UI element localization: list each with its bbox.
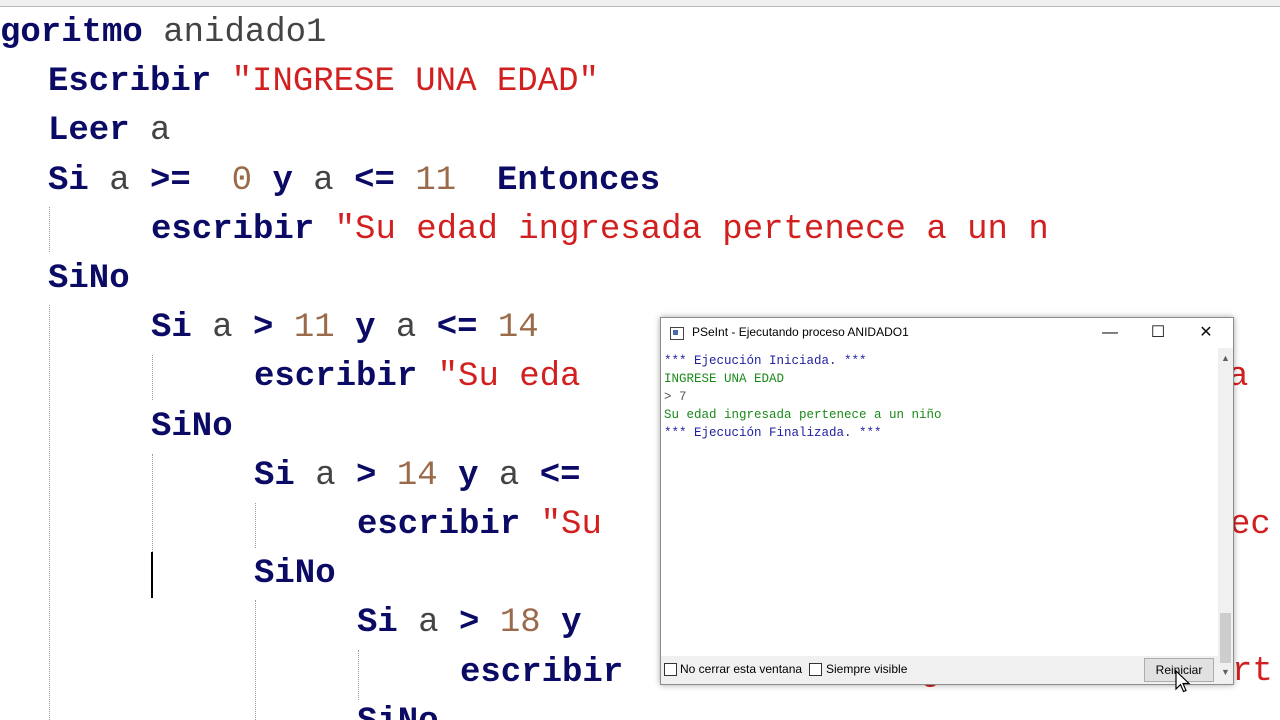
output-line: > 7 [664,390,687,404]
code-token: 14 [396,457,459,495]
code-token: 11 [293,309,356,347]
code-token: goritmo [0,14,164,52]
code-line: escribir "Su edad ingresada pertenece a … [151,206,1049,255]
editor-top-strip [0,0,1280,7]
code-token: Si [151,309,213,347]
mouse-cursor-icon [1175,670,1191,693]
code-token: a [498,457,540,495]
code-token: y [561,604,582,642]
output-line: INGRESE UNA EDAD [664,372,785,386]
code-token: SiNo [357,703,439,720]
code-token: <= [354,162,416,200]
vertical-scrollbar[interactable]: ▲ ▼ [1218,348,1233,683]
code-line: SiNo [254,550,336,599]
code-token: SiNo [151,408,233,446]
close-icon[interactable]: ✕ [1183,318,1229,348]
code-line: SiNo [48,255,130,304]
code-token: >= [150,162,232,200]
code-token: Leer [48,112,151,150]
console-output[interactable]: *** Ejecución Iniciada. *** INGRESE UNA … [661,348,1218,656]
code-token: escribir [357,506,541,544]
code-line: goritmo anidado1 [0,9,326,58]
code-token: y [458,457,499,495]
code-line: Si a > 18 y [357,599,581,648]
code-token: Si [357,604,419,642]
code-token: Si [254,457,316,495]
code-token: y [272,162,314,200]
code-token: Entonces [496,162,661,200]
code-line: Escribir "INGRESE UNA EDAD" [48,58,599,107]
console-bottom-bar: No cerrar esta ventana Siempre visible R… [661,656,1218,684]
output-line: Su edad ingresada pertenece a un niño [664,408,942,422]
minimize-icon[interactable]: — [1087,318,1133,348]
code-token: a [313,162,355,200]
code-line: SiNo [151,403,233,452]
title-bar[interactable]: PSeInt - Ejecutando proceso ANIDADO1 — ☐… [661,318,1233,348]
code-token: escribir [151,211,335,249]
code-token: 18 [499,604,562,642]
code-token: a [315,457,357,495]
code-token: a [418,604,460,642]
code-fragment: ec [1230,506,1271,544]
siempre-visible-checkbox[interactable] [809,663,822,676]
code-token: a [150,112,171,150]
console-window[interactable]: PSeInt - Ejecutando proceso ANIDADO1 — ☐… [660,317,1234,685]
indent-guide [255,600,256,720]
code-fragment: rt [1232,653,1273,691]
code-line: escribir "Su eda [254,353,580,402]
window-title: PSeInt - Ejecutando proceso ANIDADO1 [692,325,909,339]
code-token: SiNo [254,555,336,593]
indent-guide [255,503,256,548]
code-token: > [459,604,500,642]
code-line: escribir "Su [357,501,602,550]
code-token: "Su eda [437,358,581,396]
text-caret [151,552,153,598]
code-token: > [253,309,294,347]
code-line: Si a > 14 y a <= [254,452,581,501]
code-token: "Su [540,506,602,544]
code-token: > [356,457,397,495]
code-line: Si a >= 0 y a <= 11 Entonces [48,157,660,206]
code-token: escribir [254,358,438,396]
siempre-visible-label[interactable]: Siempre visible [826,662,907,676]
indent-guide [358,650,359,700]
code-token: "Su edad ingresada pertenece a un n [334,211,1049,249]
code-token: 0 [231,162,273,200]
code-token: a [395,309,437,347]
output-line: *** Ejecución Finalizada. *** [664,426,882,440]
no-cerrar-checkbox[interactable] [664,663,677,676]
scroll-up-icon[interactable]: ▲ [1218,350,1233,367]
code-token: <= [539,457,581,495]
code-token: escribir [460,654,624,692]
code-token: Escribir [48,63,232,101]
code-line: escribir [460,649,623,698]
code-line: Leer a [48,107,170,156]
code-token: SiNo [48,260,130,298]
indent-guide [49,305,50,720]
window-app-icon [670,327,684,340]
output-line: *** Ejecución Iniciada. *** [664,354,867,368]
code-token: <= [436,309,498,347]
code-token: 11 [415,162,497,200]
code-token: Si [48,162,110,200]
scroll-down-icon[interactable]: ▼ [1218,664,1233,681]
code-line: SiNo [357,698,439,720]
code-line: Si a > 11 y a <= 14 [151,304,539,353]
code-token: a [212,309,254,347]
code-token: a [109,162,151,200]
scrollbar-thumb[interactable] [1220,613,1231,663]
maximize-icon[interactable]: ☐ [1135,318,1181,348]
indent-guide [49,207,50,252]
code-token: "INGRESE UNA EDAD" [231,63,599,101]
indent-guide [152,355,153,400]
no-cerrar-label[interactable]: No cerrar esta ventana [680,662,802,676]
code-token: 14 [497,309,539,347]
code-token: y [355,309,396,347]
code-token: anidado1 [163,14,327,52]
